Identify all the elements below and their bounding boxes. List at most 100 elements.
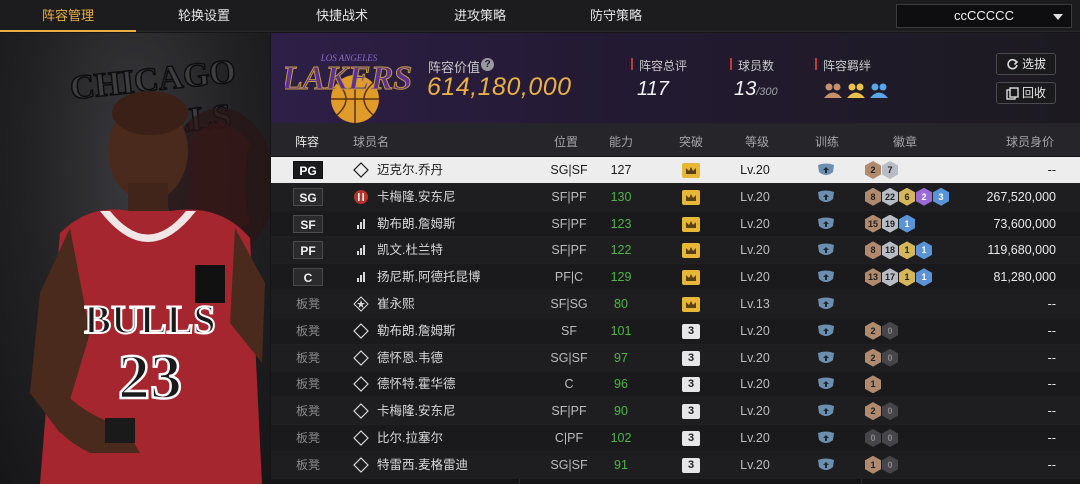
- tab-quick-tactics[interactable]: 快捷战术: [274, 0, 410, 32]
- training-icon[interactable]: [816, 269, 836, 285]
- bench-slot-label[interactable]: 板凳: [296, 318, 320, 344]
- col-name[interactable]: 球员名: [353, 133, 389, 150]
- tab-offense-strategy[interactable]: 进攻策略: [412, 0, 548, 32]
- badge-group[interactable]: 8 22 6 2 3: [865, 187, 950, 206]
- col-position[interactable]: 位置: [554, 133, 578, 150]
- badge-group[interactable]: 8 18 1 1: [865, 241, 933, 260]
- table-row[interactable]: 板凳 勒布朗.詹姆斯 SF 101 3 Lv.20 2 0 --: [271, 317, 1080, 345]
- badge-group[interactable]: 10: [865, 455, 899, 474]
- training-icon[interactable]: [816, 323, 836, 339]
- copy-card-icon: [353, 430, 369, 446]
- bench-slot-label[interactable]: 板凳: [296, 371, 320, 397]
- training-icon[interactable]: [816, 403, 836, 419]
- player-value: --: [1047, 323, 1056, 338]
- table-row[interactable]: 板凳 卡梅隆.安东尼 SF|PF 90 3 Lv.20 2 0 --: [271, 398, 1080, 425]
- col-breakthrough[interactable]: 突破: [679, 133, 703, 150]
- player-name[interactable]: 德怀特.霍华德: [377, 371, 455, 397]
- training-icon[interactable]: [816, 162, 836, 178]
- badge-hex-icon: 19: [882, 214, 898, 233]
- badge-group[interactable]: 15 19 1: [865, 214, 916, 233]
- position-slot-badge[interactable]: PG: [293, 161, 323, 179]
- player-level: Lv.20: [740, 243, 770, 258]
- badge-hex-icon: 1: [899, 268, 915, 287]
- player-name[interactable]: 德怀恩.韦德: [377, 345, 443, 371]
- player-name[interactable]: 卡梅隆.安东尼: [377, 184, 455, 210]
- training-icon[interactable]: [816, 376, 836, 392]
- player-name[interactable]: 卡梅隆.安东尼: [377, 398, 455, 424]
- table-row[interactable]: SG 卡梅隆.安东尼 SF|PF 130 Lv.20 8 22 6 2 3 267,520,000: [271, 183, 1080, 211]
- position-slot-badge[interactable]: SG: [293, 187, 323, 206]
- training-icon[interactable]: [816, 189, 836, 205]
- copy-card-icon: [353, 403, 369, 420]
- bond-icons[interactable]: [823, 81, 891, 106]
- table-row[interactable]: C 扬尼斯.阿德托昆博 PF|C 129 Lv.20 13 17 1 1 81,280,000: [271, 264, 1080, 291]
- position-slot-badge[interactable]: SF: [293, 214, 323, 233]
- badge-hex-icon: 2: [865, 348, 881, 367]
- col-value[interactable]: 球员身价: [1006, 133, 1054, 150]
- position-slot-badge[interactable]: C: [293, 268, 323, 287]
- player-value: --: [1047, 377, 1056, 392]
- badge-group[interactable]: 20: [865, 402, 899, 421]
- col-level[interactable]: 等级: [745, 133, 769, 150]
- training-icon[interactable]: [816, 296, 836, 312]
- jersey-team-text: BULLS: [84, 297, 215, 342]
- training-icon[interactable]: [816, 216, 836, 232]
- training-icon[interactable]: [816, 350, 836, 366]
- badge-group[interactable]: 13 17 1 1: [865, 268, 933, 287]
- recycle-button[interactable]: 回收: [996, 82, 1056, 104]
- player-name[interactable]: 特雷西.麦格雷迪: [377, 452, 468, 478]
- table-row[interactable]: 板凳 比尔.拉塞尔 C|PF 102 3 Lv.20 0 0 --: [271, 424, 1080, 452]
- badge-hex-icon: 0: [882, 428, 898, 447]
- training-icon[interactable]: [816, 457, 836, 473]
- player-name[interactable]: 迈克尔.乔丹: [377, 157, 443, 183]
- player-name[interactable]: 勒布朗.詹姆斯: [377, 211, 455, 237]
- tab-rotation-settings[interactable]: 轮换设置: [136, 0, 272, 32]
- training-icon[interactable]: [816, 242, 836, 258]
- badge-hex-icon: 3: [933, 187, 949, 206]
- col-badges[interactable]: 徽章: [893, 133, 917, 150]
- badge-group[interactable]: 1: [865, 375, 882, 394]
- tab-defense-strategy[interactable]: 防守策略: [548, 0, 684, 32]
- bench-slot-label[interactable]: 板凳: [296, 398, 320, 424]
- badge-group[interactable]: 20: [865, 348, 899, 367]
- badge-group[interactable]: 00: [865, 428, 899, 447]
- chevron-down-icon: [1053, 14, 1063, 20]
- tab-lineup-management[interactable]: 阵容管理: [0, 0, 136, 32]
- select-button[interactable]: 选拔: [996, 53, 1056, 75]
- table-row[interactable]: PG 迈克尔.乔丹 SG|SF 127 Lv.20 2 7 --: [271, 157, 1080, 184]
- table-row[interactable]: 板凳 德怀恩.韦德 SG|SF 97 3 Lv.20 2 0 --: [271, 344, 1080, 372]
- player-ability: 122: [610, 243, 632, 258]
- team-selector-dropdown[interactable]: ccCCCCC: [896, 4, 1072, 28]
- player-name[interactable]: 凯文.杜兰特: [377, 237, 443, 263]
- badge-hex-icon: 13: [865, 268, 881, 287]
- bench-slot-label[interactable]: 板凳: [296, 345, 320, 371]
- table-row[interactable]: SF 勒布朗.詹姆斯 SF|PF 123 Lv.20 15 19 1 73,600,000: [271, 210, 1080, 238]
- player-name[interactable]: 崔永熙: [377, 291, 415, 317]
- bench-slot-label[interactable]: 板凳: [296, 425, 320, 451]
- table-row[interactable]: PF 凯文.杜兰特 SF|PF 122 Lv.20 8 18 1 1 119,680,000: [271, 237, 1080, 265]
- bench-slot-label[interactable]: 板凳: [296, 452, 320, 478]
- badge-hex-icon: 6: [899, 187, 915, 206]
- player-ability: 80: [614, 296, 628, 311]
- player-name[interactable]: 比尔.拉塞尔: [377, 425, 443, 451]
- training-icon[interactable]: [816, 430, 836, 446]
- help-icon[interactable]: ?: [481, 58, 494, 71]
- position-slot-badge[interactable]: PF: [293, 241, 323, 260]
- table-row[interactable]: 板凳 德怀特.霍华德 C 96 3 Lv.20 1 --: [271, 371, 1080, 399]
- col-ability[interactable]: 能力: [609, 133, 633, 150]
- badge-group[interactable]: 27: [865, 161, 899, 179]
- player-level: Lv.20: [740, 163, 770, 177]
- breakthrough-level-badge: 3: [682, 377, 700, 393]
- player-name[interactable]: 扬尼斯.阿德托昆博: [377, 264, 480, 290]
- player-name[interactable]: 勒布朗.詹姆斯: [377, 318, 455, 344]
- col-lineup[interactable]: 阵容: [295, 133, 319, 150]
- player-value: 73,600,000: [993, 216, 1056, 231]
- copy-icon: [1006, 87, 1019, 100]
- tier-badge-icon: [354, 189, 368, 204]
- table-row[interactable]: 板凳 崔永熙 SF|SG 80 Lv.13 --: [271, 290, 1080, 318]
- crown-icon: [682, 163, 700, 178]
- bench-slot-label[interactable]: 板凳: [296, 291, 320, 317]
- badge-group[interactable]: 20: [865, 321, 899, 340]
- table-row[interactable]: 板凳 特雷西.麦格雷迪 SG|SF 91 3 Lv.20 1 0 --: [271, 451, 1080, 479]
- col-training[interactable]: 训练: [815, 133, 839, 150]
